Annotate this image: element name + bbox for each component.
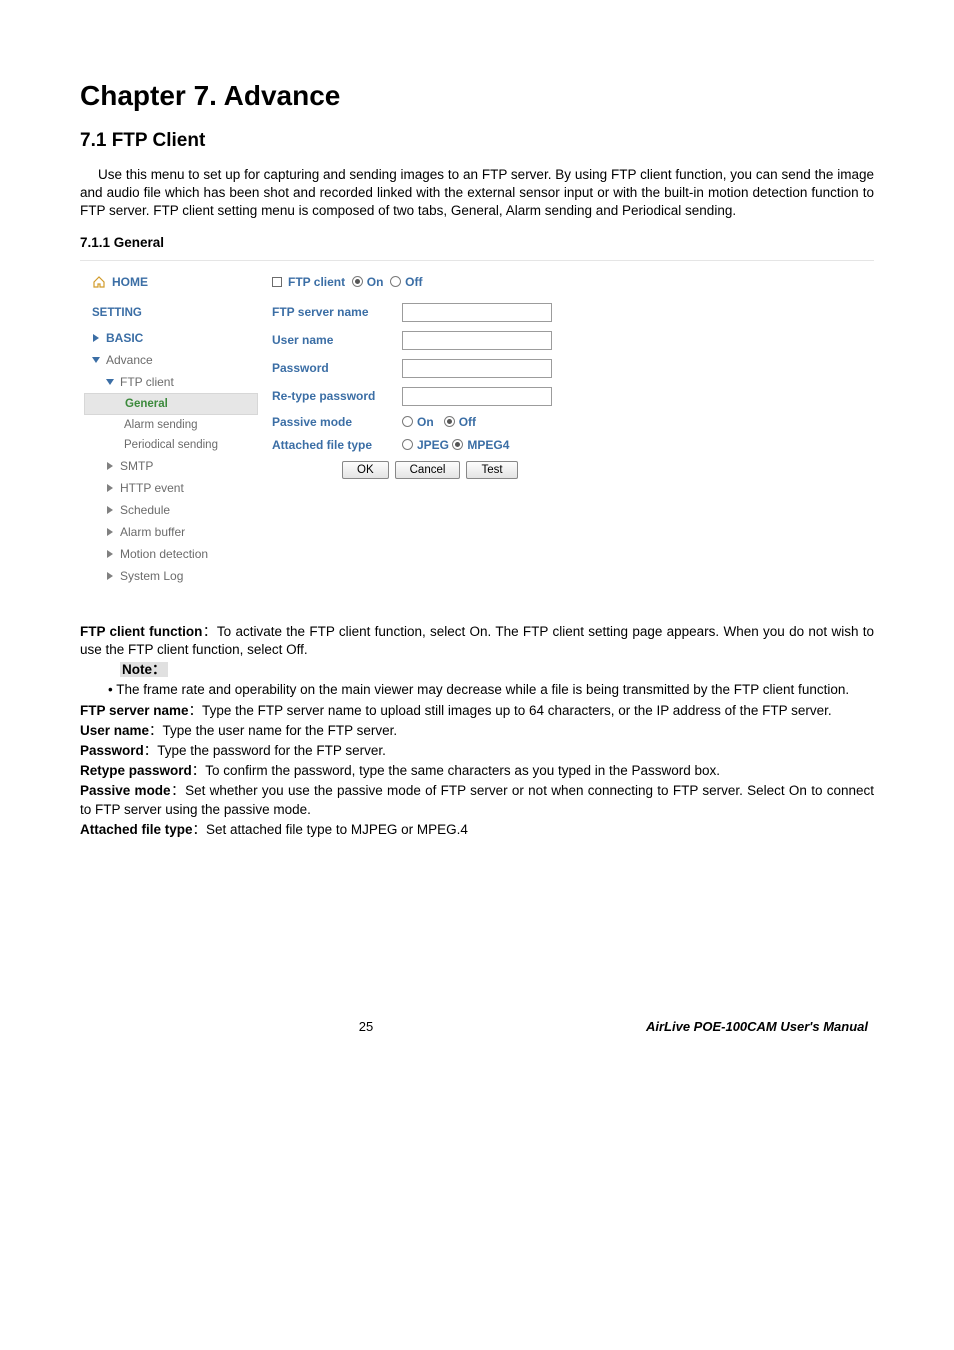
sidebar-item-alarm-sending[interactable]: Alarm sending <box>84 415 258 435</box>
radio-on[interactable] <box>352 276 363 287</box>
page-number: 25 <box>359 1019 373 1034</box>
note-bullet: • The frame rate and operability on the … <box>80 681 874 699</box>
cancel-button[interactable]: Cancel <box>395 461 461 479</box>
note-label: Note： <box>120 662 168 677</box>
retype-password-input[interactable] <box>402 387 552 406</box>
chevron-right-icon <box>92 334 106 342</box>
server-name-input[interactable] <box>402 303 552 322</box>
chapter-heading: Chapter 7. Advance <box>80 80 874 112</box>
desc-server-label: FTP server name <box>80 703 189 718</box>
desc-attached-text: ：Set attached file type to MJPEG or MPEG… <box>193 822 468 837</box>
chevron-down-icon <box>106 378 120 386</box>
ftp-client-toggle-row: FTP client On Off <box>272 275 864 289</box>
user-name-input[interactable] <box>402 331 552 350</box>
sidebar-item-label: System Log <box>120 569 183 583</box>
subsection-heading: 7.1.1 General <box>80 235 874 250</box>
password-input[interactable] <box>402 359 552 378</box>
checkbox-icon[interactable] <box>272 277 282 287</box>
server-name-label: FTP server name <box>272 305 402 319</box>
desc-retype-label: Retype password <box>80 763 192 778</box>
sidebar-item-label: General <box>125 398 168 410</box>
sidebar-item-label: FTP client <box>120 375 174 389</box>
test-button[interactable]: Test <box>466 461 517 479</box>
sidebar-item-motion-detection[interactable]: Motion detection <box>84 543 258 565</box>
sidebar-item-label: Alarm buffer <box>120 525 185 539</box>
radio-jpeg-label: JPEG <box>417 438 449 452</box>
user-name-label: User name <box>272 333 402 347</box>
sidebar-item-advance[interactable]: Advance <box>84 349 258 371</box>
desc-user-text: ：Type the user name for the FTP server. <box>149 723 397 738</box>
sidebar-item-basic[interactable]: BASIC <box>84 327 258 349</box>
radio-on-label: On <box>367 275 384 289</box>
chevron-right-icon <box>106 484 120 492</box>
description-block: FTP client function：To activate the FTP … <box>80 623 874 839</box>
sidebar-item-ftp-client[interactable]: FTP client <box>84 371 258 393</box>
desc-passive-label: Passive mode <box>80 783 171 798</box>
radio-passive-on-label: On <box>417 415 434 429</box>
intro-paragraph: Use this menu to set up for capturing an… <box>80 166 874 221</box>
form-panel: FTP client On Off FTP server name User n… <box>262 261 874 597</box>
desc-user-label: User name <box>80 723 149 738</box>
chevron-right-icon <box>106 528 120 536</box>
sidebar: HOME SETTING BASIC Advance FTP client Ge… <box>80 261 262 597</box>
sidebar-item-label: Motion detection <box>120 547 208 561</box>
desc-attached-label: Attached file type <box>80 822 193 837</box>
desc-pass-text: ：Type the password for the FTP server. <box>144 743 386 758</box>
radio-mpeg4-label: MPEG4 <box>467 438 509 452</box>
sidebar-item-schedule[interactable]: Schedule <box>84 499 258 521</box>
home-link[interactable]: HOME <box>84 271 258 305</box>
desc-retype-text: ：To confirm the password, type the same … <box>192 763 720 778</box>
home-icon <box>92 276 106 288</box>
sidebar-item-label: Alarm sending <box>124 419 198 431</box>
manual-title: AirLive POE-100CAM User's Manual <box>646 1019 868 1034</box>
sidebar-item-http-event[interactable]: HTTP event <box>84 477 258 499</box>
sidebar-item-label: HTTP event <box>120 481 184 495</box>
sidebar-item-label: Schedule <box>120 503 170 517</box>
sidebar-item-label: Advance <box>106 353 153 367</box>
sidebar-item-smtp[interactable]: SMTP <box>84 455 258 477</box>
ftp-client-label: FTP client <box>288 275 345 289</box>
setting-label: SETTING <box>84 305 258 327</box>
retype-password-label: Re-type password <box>272 389 402 403</box>
desc-server-text: ：Type the FTP server name to upload stil… <box>189 703 832 718</box>
radio-off-label: Off <box>405 275 422 289</box>
chevron-right-icon <box>106 506 120 514</box>
attached-type-label: Attached file type <box>272 438 402 452</box>
chevron-right-icon <box>106 462 120 470</box>
desc-pass-label: Password <box>80 743 144 758</box>
page-footer: 25 AirLive POE-100CAM User's Manual <box>80 1019 874 1034</box>
radio-off[interactable] <box>390 276 401 287</box>
radio-passive-off[interactable] <box>444 416 455 427</box>
chevron-down-icon <box>92 356 106 364</box>
desc-ftp-client-label: FTP client function <box>80 624 202 639</box>
section-heading: 7.1 FTP Client <box>80 130 874 152</box>
radio-passive-on[interactable] <box>402 416 413 427</box>
radio-mpeg4[interactable] <box>452 439 463 450</box>
sidebar-item-general[interactable]: General <box>84 393 258 415</box>
sidebar-item-label: Periodical sending <box>124 439 218 451</box>
sidebar-item-periodical-sending[interactable]: Periodical sending <box>84 435 258 455</box>
radio-jpeg[interactable] <box>402 439 413 450</box>
chevron-right-icon <box>106 572 120 580</box>
settings-ui: HOME SETTING BASIC Advance FTP client Ge… <box>80 260 874 597</box>
ok-button[interactable]: OK <box>342 461 389 479</box>
sidebar-item-label: SMTP <box>120 459 153 473</box>
password-label: Password <box>272 361 402 375</box>
chevron-right-icon <box>106 550 120 558</box>
sidebar-item-label: BASIC <box>106 331 143 345</box>
sidebar-item-alarm-buffer[interactable]: Alarm buffer <box>84 521 258 543</box>
sidebar-item-system-log[interactable]: System Log <box>84 565 258 587</box>
passive-mode-label: Passive mode <box>272 415 402 429</box>
radio-passive-off-label: Off <box>459 415 476 429</box>
home-label: HOME <box>112 275 148 289</box>
desc-passive-text: ：Set whether you use the passive mode of… <box>80 783 874 816</box>
